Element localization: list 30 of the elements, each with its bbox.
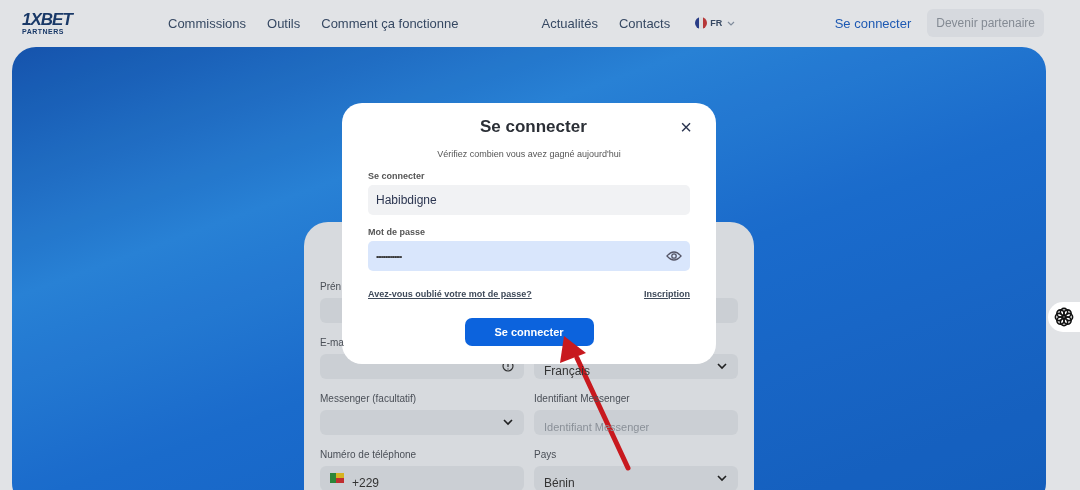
field-label: Mot de passe (368, 227, 426, 237)
language-selector[interactable]: FR (695, 17, 738, 29)
register-link[interactable]: Inscription (644, 289, 690, 299)
forgot-password-link[interactable]: Avez-vous oublié votre mot de passe? (368, 289, 532, 299)
nav-link[interactable]: Contacts (618, 15, 671, 31)
username-field[interactable]: Habibdigne (368, 185, 690, 215)
input-field[interactable] (320, 410, 524, 435)
field-label: Numéro de téléphone (320, 449, 418, 461)
login-button[interactable]: Se connecter (464, 318, 594, 346)
input-field[interactable]: +229 (320, 466, 524, 490)
nav-link[interactable]: Actualités (541, 15, 598, 31)
nav-link[interactable]: Comment ça fonctionne (321, 15, 459, 31)
nav-link[interactable]: Outils (267, 15, 301, 31)
password-field[interactable]: •••••••••••••• (368, 241, 690, 271)
input-field[interactable]: Bénin (534, 466, 738, 490)
flag-icon (330, 472, 344, 483)
dialog-subtitle: Vérifiez combien vous avez gagné aujourd'hui (436, 149, 622, 159)
field-label: E-ma (320, 337, 345, 349)
login-link[interactable]: Se connecter (834, 15, 912, 31)
field-label: Pays (534, 449, 558, 461)
field-label: Messenger (facultatif) (320, 393, 418, 405)
nav-link[interactable]: Commissions (168, 15, 246, 31)
flag-icon (695, 17, 708, 29)
side-tab[interactable] (1048, 302, 1080, 332)
close-button[interactable]: × (678, 117, 694, 137)
field-label: Se connecter (368, 171, 426, 181)
field-label: Prén (320, 281, 343, 293)
dialog-title: Se connecter (480, 117, 587, 137)
flower-icon (1053, 306, 1075, 328)
eye-icon[interactable] (666, 250, 682, 262)
